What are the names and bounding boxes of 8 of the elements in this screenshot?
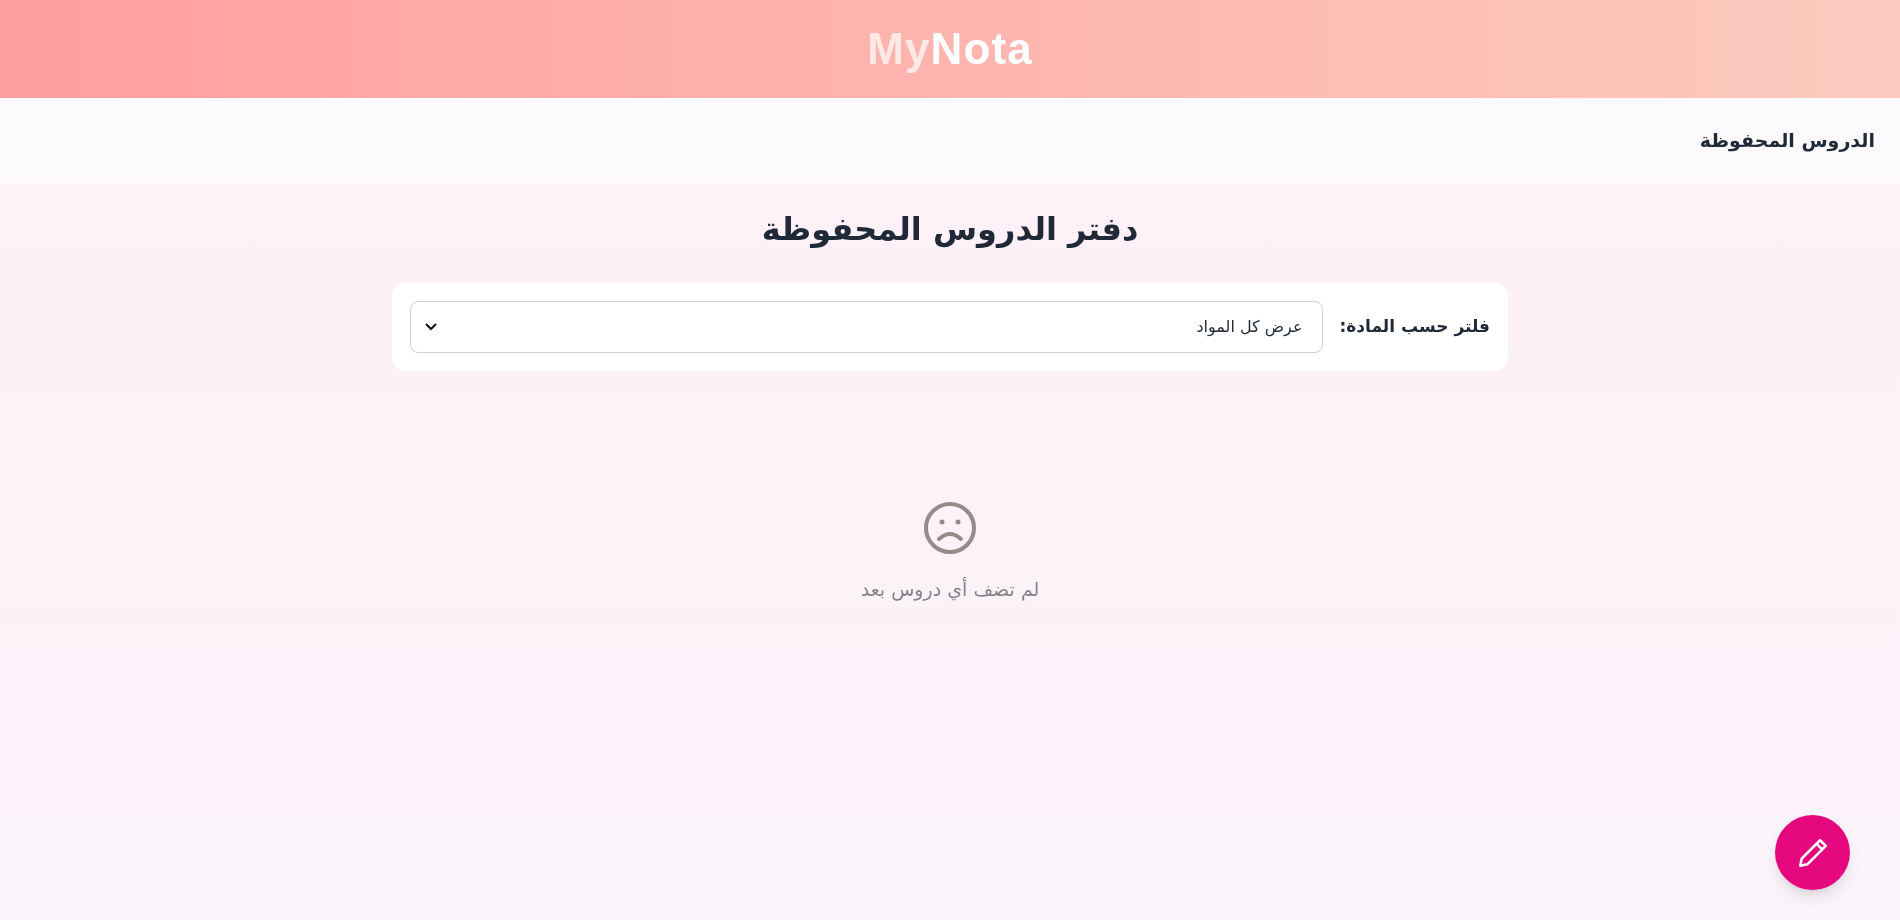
sad-face-icon: [923, 501, 977, 555]
page-title: دفتر الدروس المحفوظة: [761, 209, 1139, 250]
subject-select[interactable]: عرض كل المواد: [410, 301, 1324, 353]
chevron-down-icon: [425, 323, 437, 331]
edit-button[interactable]: [1775, 815, 1850, 890]
nav-title[interactable]: الدروس المحفوظة: [1699, 126, 1875, 155]
empty-message: لم تضف أي دروس بعد: [860, 576, 1040, 603]
filter-label: فلتر حسب المادة:: [1339, 315, 1490, 339]
